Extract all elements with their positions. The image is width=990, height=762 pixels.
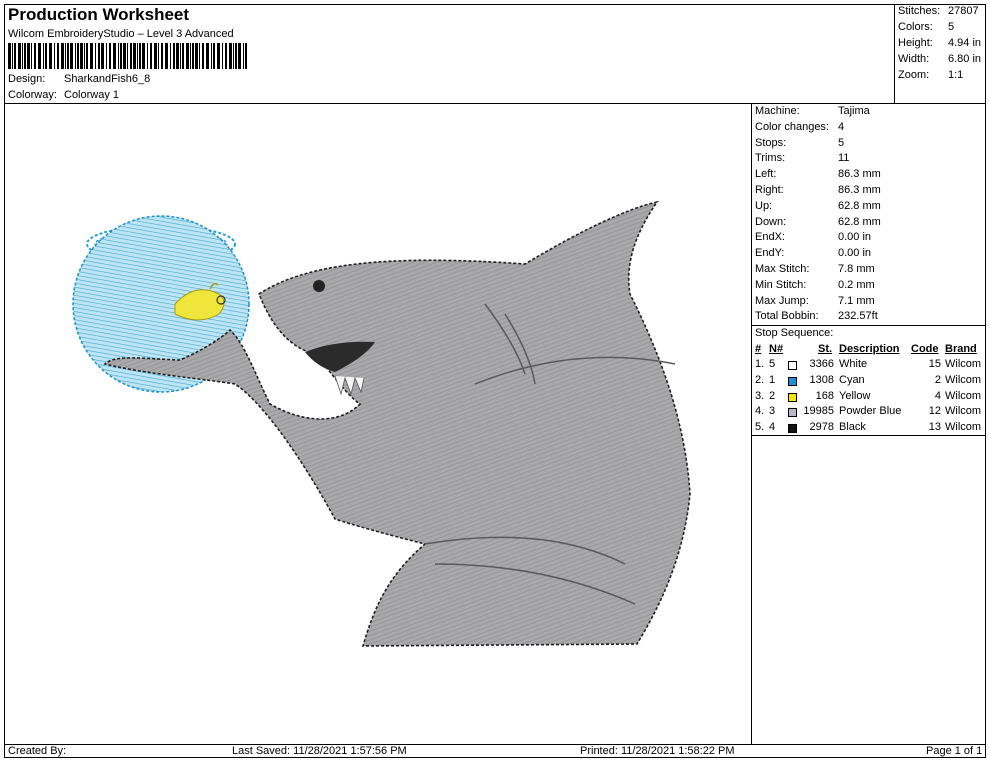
stitches-value: 27807 [948,5,979,17]
machine-info-label: Total Bobbin: [755,310,819,323]
stats-divider [894,4,895,104]
seq-num: 3. [755,389,765,402]
col-brand: Brand [945,343,977,355]
barcode [8,43,247,69]
machine-info-value: 7.8 mm [838,263,875,275]
colorway-value: Colorway 1 [64,89,120,101]
machine-info-label: Trims: [755,152,786,165]
machine-info-value: 4 [838,120,845,133]
machine-info-label: Color changes: [755,120,829,133]
created-by: Created By: [8,745,67,757]
seq-brand: Wilcom [945,405,982,418]
height-value: 4.94 in [948,37,982,49]
seq-code: 4 [934,389,941,402]
machine-info-label: Down: [755,215,787,228]
seq-description: Yellow [839,389,871,402]
seq-description: Cyan [839,373,865,386]
seq-code: 13 [928,421,941,434]
seq-code: 15 [928,358,941,370]
machine-info-label: Max Stitch: [755,263,810,275]
seq-needle: 3 [769,405,776,418]
info-panel-divider [751,103,752,744]
col-num: # [755,343,762,355]
stop-sequence-title: Stop Sequence: [755,327,834,339]
col-stitches: St. [818,343,833,355]
machine-info-value: 11 [838,152,850,165]
footer-divider [4,744,986,745]
stop-seq-divider [751,325,986,326]
seq-description: White [839,358,868,370]
seq-code: 12 [928,405,941,418]
seq-needle: 5 [769,358,776,370]
machine-info-label: EndX: [755,231,785,244]
color-swatch [788,424,797,434]
seq-needle: 4 [769,421,776,434]
seq-description: Black [839,421,866,434]
app-subtitle: Wilcom EmbroideryStudio – Level 3 Advanc… [8,28,234,40]
seq-num: 5. [755,421,765,434]
machine-info-label: Left: [755,168,777,181]
seq-needle: 1 [769,373,776,386]
machine-info-value: 62.8 mm [838,215,881,228]
machine-info-value: 86.3 mm [838,168,881,181]
machine-info-label: Min Stitch: [755,278,807,291]
design-preview [72,200,691,647]
machine-info-label: EndY: [755,247,785,260]
seq-brand: Wilcom [945,373,982,386]
machine-info-value: 0.2 mm [838,278,875,291]
machine-info-label: Up: [755,199,773,212]
machine-info-value: 0.00 in [838,247,872,260]
seq-brand: Wilcom [945,358,982,370]
stitches-label: Stitches: [898,5,941,17]
stop-seq-bottom-divider [751,435,986,436]
colors-value: 5 [948,21,955,33]
color-swatch [788,408,797,418]
machine-info-label: Machine: [755,105,800,117]
last-saved: Last Saved: 11/28/2021 1:57:56 PM [232,745,407,757]
page-number: Page 1 of 1 [926,745,983,757]
col-code: Code [911,343,939,355]
zoom-label: Zoom: [898,69,930,81]
machine-info-value: 0.00 in [838,231,872,244]
seq-code: 2 [934,373,941,386]
machine-info-value: 7.1 mm [838,294,875,307]
printed-date: Printed: 11/28/2021 1:58:22 PM [580,745,735,757]
color-swatch [788,361,797,370]
width-value: 6.80 in [948,53,982,65]
page-title: Production Worksheet [8,5,190,24]
width-label: Width: [898,53,930,65]
seq-needle: 2 [769,389,776,402]
machine-info-value: Tajima [838,105,870,117]
design-value: SharkandFish6_8 [64,73,151,85]
height-label: Height: [898,37,933,49]
seq-num: 4. [755,405,765,418]
seq-num: 1. [755,358,765,370]
machine-info-value: 232.57ft [838,310,878,323]
seq-description: Powder Blue [839,405,902,418]
seq-brand: Wilcom [945,389,982,402]
machine-info-value: 5 [838,136,845,149]
color-swatch [788,376,797,386]
machine-info-value: 86.3 mm [838,184,881,196]
seq-brand: Wilcom [945,421,982,434]
col-description: Description [839,343,900,355]
machine-info-label: Stops: [755,136,787,149]
color-swatch [788,392,797,402]
machine-info-label: Right: [755,184,784,196]
zoom-value: 1:1 [948,69,964,81]
design-label: Design: [8,73,46,85]
colors-label: Colors: [898,21,933,33]
machine-info-label: Max Jump: [755,294,809,307]
machine-info-value: 62.8 mm [838,199,881,212]
colorway-label: Colorway: [8,89,57,101]
col-needle: N# [769,343,784,355]
seq-num: 2. [755,373,765,386]
